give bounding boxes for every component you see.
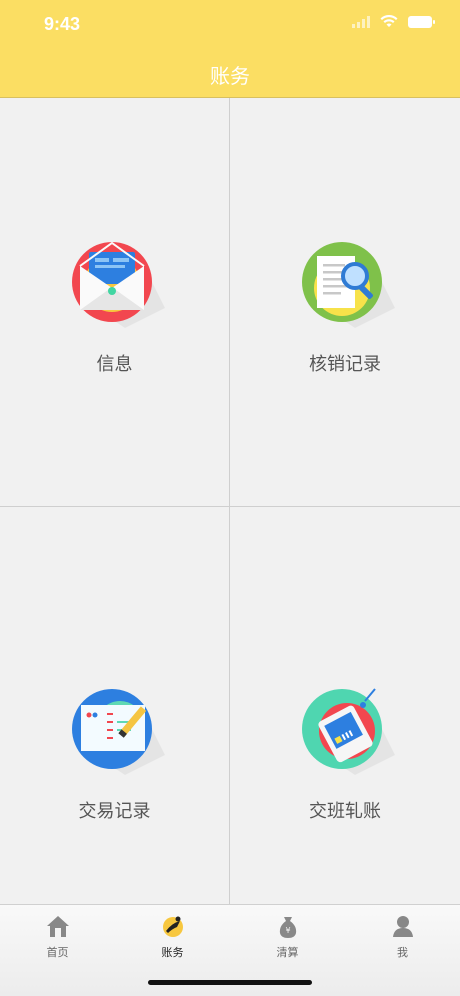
home-icon [46,916,69,937]
person-icon [392,916,413,937]
accounts-icon [162,916,183,937]
svg-text:¥: ¥ [285,926,290,935]
page-title: 账务 [210,66,250,88]
grid-item-messages[interactable]: 信息 [0,98,230,507]
document-search-icon [302,242,395,328]
status-time: 9:43 [44,14,81,34]
tab-label: 我 [397,947,408,959]
grid-item-label: 核销记录 [309,354,381,374]
tab-label: 账务 [161,947,184,959]
tab-label: 清算 [276,947,299,959]
tab-me[interactable]: 我 [345,905,460,996]
mail-icon [71,241,165,328]
battery-icon [408,15,435,28]
tab-home[interactable]: 首页 [0,905,115,996]
grid-item-label: 交易记录 [78,801,151,821]
signal-icon [352,15,370,28]
grid-item-shift-settlement[interactable]: 交班轧账 [230,507,460,904]
grid-item-label: 交班轧账 [309,801,381,821]
tab-label: 首页 [46,947,69,959]
wifi-icon [380,15,398,27]
grid-item-writeoff-records[interactable]: 核销记录 [230,98,460,507]
grid-item-transaction-records[interactable]: 交易记录 [0,507,230,904]
app-header: 9:43 账务 [0,0,460,98]
home-indicator [148,980,312,985]
function-grid: 信息 核销记录 交易记录 交班轧账 [0,98,460,904]
card-tag-icon [302,688,395,775]
grid-item-label: 信息 [96,354,133,374]
money-bag-icon: ¥ [279,917,296,938]
status-icons [352,15,435,28]
notepad-pencil-icon [71,689,165,775]
